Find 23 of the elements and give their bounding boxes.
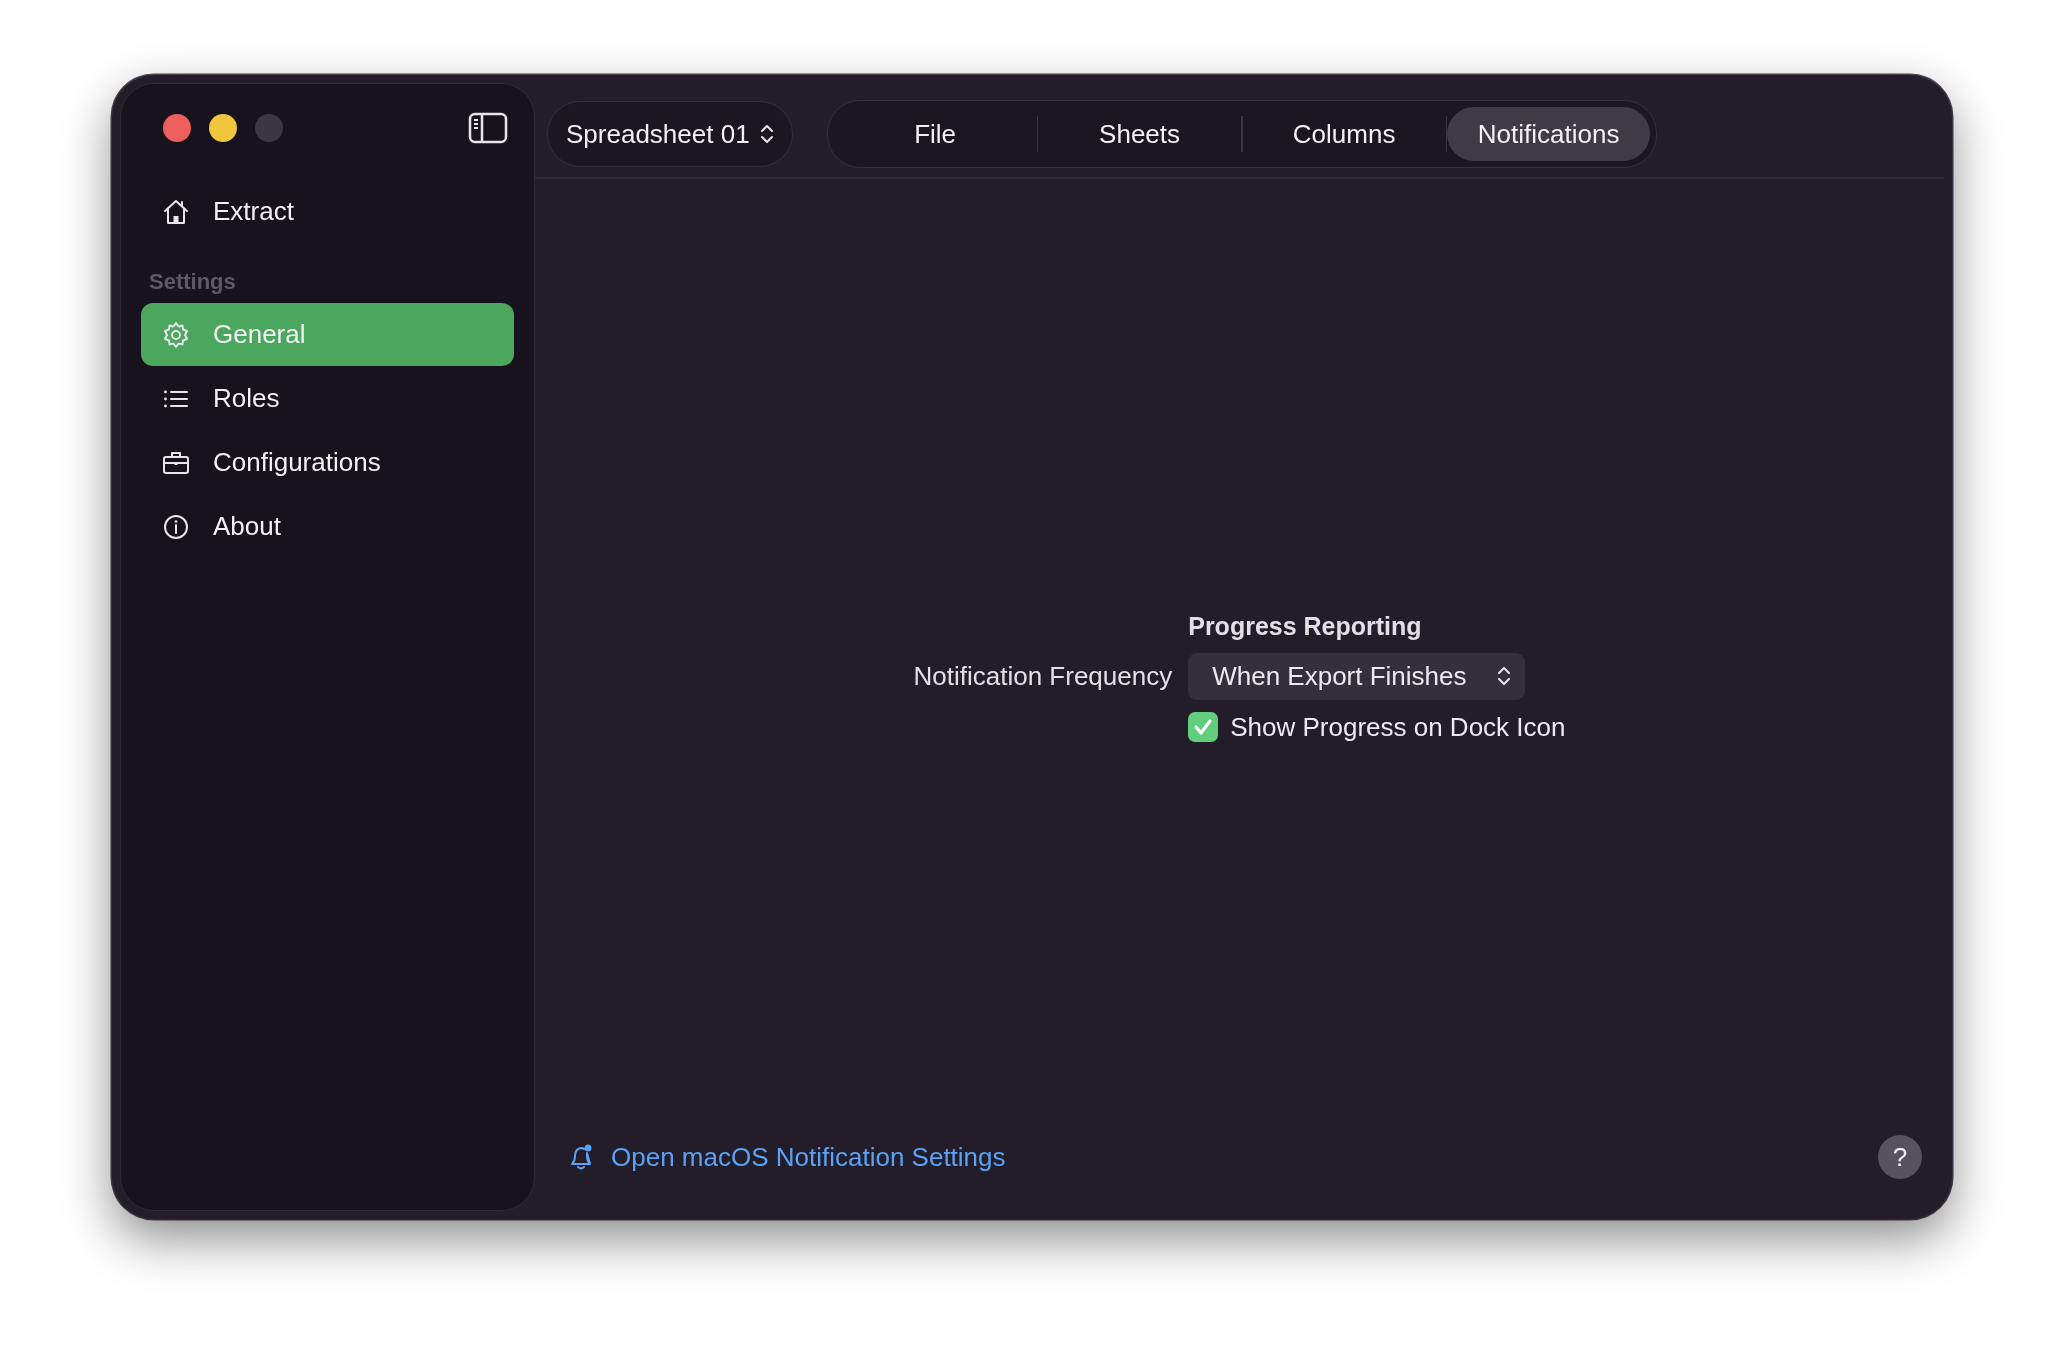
section-title: Progress Reporting — [1188, 611, 1423, 641]
stepper-icon — [1496, 665, 1511, 687]
section-header: Settings — [149, 269, 237, 295]
sidebar-item[interactable]: Extract — [141, 180, 514, 243]
checkbox-option[interactable]: Show Progress on Dock Icon — [1188, 711, 1566, 743]
field-label: Notification Frequency — [913, 660, 1173, 692]
close-button[interactable] — [163, 114, 191, 142]
checkbox[interactable] — [1188, 712, 1219, 742]
help-button[interactable]: ? — [1878, 1135, 1922, 1179]
notification-settings-link[interactable]: Open macOS Notification Settings — [567, 1141, 1006, 1173]
stepper-icon — [759, 123, 774, 145]
document-picker[interactable]: Spreadsheet 01 — [547, 101, 793, 167]
sidebar-item[interactable]: About — [141, 495, 514, 558]
tab[interactable]: Columns — [1242, 107, 1446, 161]
minimize-button[interactable] — [209, 114, 237, 142]
sidebar-toggle-icon[interactable] — [468, 112, 508, 144]
tab[interactable]: File — [833, 107, 1037, 161]
sidebar-item[interactable]: Roles — [141, 367, 514, 430]
tab[interactable]: Sheets — [1038, 107, 1242, 161]
settings-icon — [161, 319, 191, 350]
sidebar-item[interactable]: Configurations — [141, 431, 514, 494]
tab[interactable]: Notifications — [1447, 107, 1651, 161]
frequency-dropdown[interactable]: When Export Finishes — [1188, 652, 1525, 700]
